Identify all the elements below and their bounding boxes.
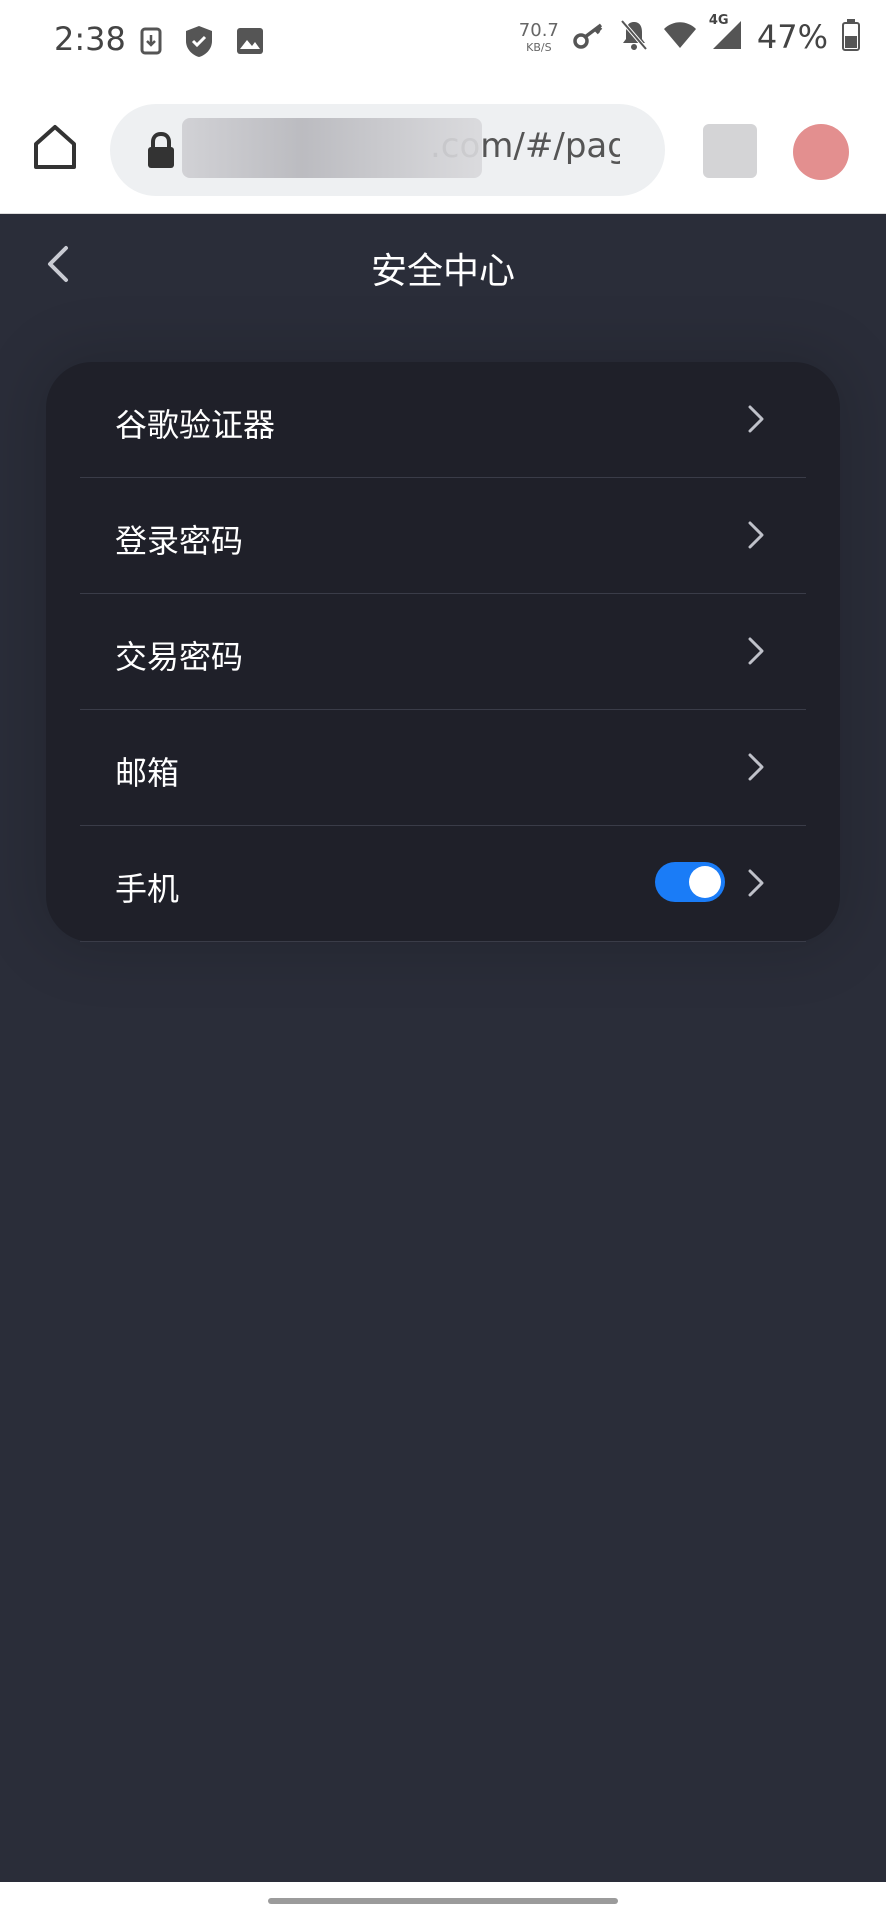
menu-item-phone[interactable]: 手机 (80, 826, 806, 942)
chevron-right-icon (746, 520, 766, 550)
security-menu-card: 谷歌验证器 登录密码 交易密码 邮箱 手机 (46, 362, 840, 942)
browser-bar: .com/#/page (0, 84, 886, 214)
chevron-right-icon (746, 752, 766, 782)
menu-item-google-authenticator[interactable]: 谷歌验证器 (80, 362, 806, 478)
battery-percent: 47% (756, 18, 828, 56)
menu-item-login-password[interactable]: 登录密码 (80, 478, 806, 594)
menu-item-label: 交易密码 (115, 638, 244, 676)
chevron-right-icon (746, 404, 766, 434)
home-icon[interactable] (30, 122, 80, 172)
phone-toggle[interactable] (655, 862, 725, 902)
system-nav-bar (0, 1882, 886, 1920)
toggle-knob (689, 866, 721, 898)
chevron-right-icon (746, 636, 766, 666)
bell-off-icon (619, 19, 649, 55)
chevron-right-icon (746, 868, 766, 898)
signal-icon: 4G (709, 13, 743, 55)
status-bar: 2:38 70.7 KB/S 4G 47% (0, 0, 886, 84)
shield-icon (184, 24, 214, 62)
menu-item-label: 邮箱 (115, 754, 180, 792)
status-right-icons: 70.7 KB/S 4G 47% (518, 13, 860, 56)
net-speed-unit: KB/S (526, 40, 552, 54)
menu-item-trade-password[interactable]: 交易密码 (80, 594, 806, 710)
download-icon (140, 27, 162, 59)
status-time: 2:38 (54, 20, 126, 58)
home-indicator[interactable] (268, 1898, 618, 1904)
lock-icon (144, 130, 178, 174)
image-icon (236, 27, 264, 59)
menu-item-email[interactable]: 邮箱 (80, 710, 806, 826)
menu-item-label: 手机 (115, 870, 180, 908)
net-speed: 70.7 KB/S (518, 19, 559, 54)
key-icon (573, 21, 605, 53)
page-title: 安全中心 (370, 251, 515, 292)
tabs-icon[interactable] (703, 124, 757, 178)
avatar[interactable] (793, 124, 849, 180)
address-bar[interactable]: .com/#/page (110, 104, 665, 196)
menu-item-label: 登录密码 (115, 522, 244, 560)
app-header: 安全中心 (0, 214, 886, 319)
status-left-icons (140, 24, 264, 62)
network-type: 4G (708, 13, 729, 28)
url-redaction (182, 118, 482, 178)
net-speed-value: 70.7 (518, 19, 559, 41)
battery-icon (842, 19, 860, 55)
wifi-icon (663, 21, 697, 53)
menu-item-label: 谷歌验证器 (115, 406, 276, 444)
